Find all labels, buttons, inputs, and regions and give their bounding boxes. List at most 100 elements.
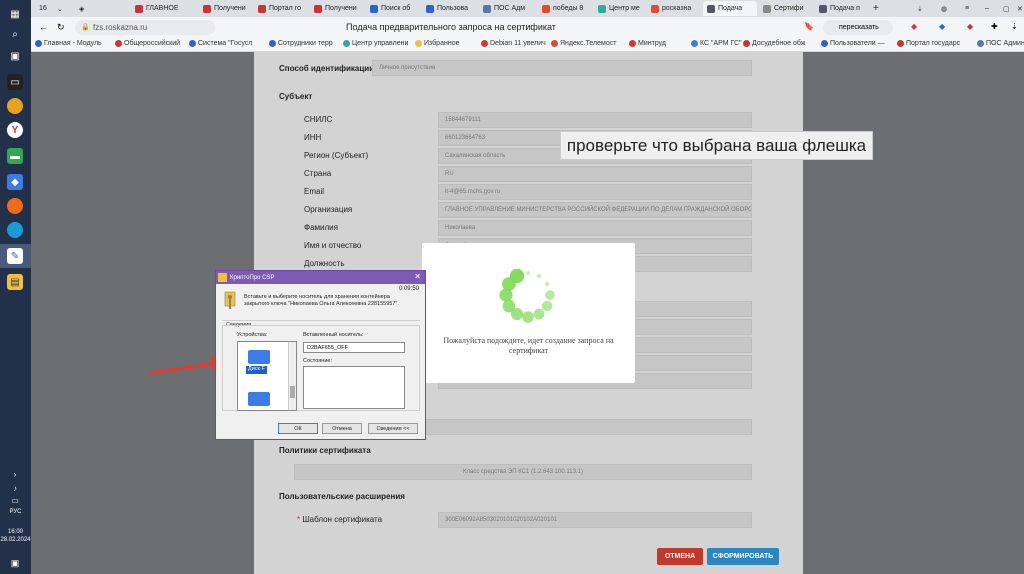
messenger-app-icon[interactable]: ▬: [7, 148, 23, 164]
drive-icon-2[interactable]: [248, 392, 270, 406]
bookmark-item[interactable]: Главная - Модуль: [35, 40, 102, 47]
tab-item[interactable]: ПОС Адм: [479, 1, 536, 16]
close-window-icon[interactable]: ✕: [1013, 1, 1023, 16]
bookmark-item[interactable]: Система "Госусл: [189, 40, 252, 47]
bookmark-item[interactable]: ПОС Администр: [977, 40, 1024, 47]
tab-item[interactable]: Портал го: [254, 1, 308, 16]
bookmark-label: Избранное: [424, 40, 460, 47]
tab-favicon-icon: [763, 4, 771, 13]
windows-start-icon[interactable]: ▦: [7, 6, 23, 22]
extension-icon-2[interactable]: ◆: [939, 22, 945, 31]
bookmark-label: Debian 11 увелич: [490, 40, 546, 47]
bookmark-item[interactable]: Досудебное обж: [743, 40, 806, 47]
cryptopro-taskbar-icon[interactable]: ✎: [7, 248, 23, 264]
bookmark-icon[interactable]: 🔖: [804, 22, 814, 31]
bookmark-label: КС "АРМ ГС": [700, 40, 742, 47]
shield-icon[interactable]: ◈: [75, 1, 87, 16]
tab-favicon-icon: [651, 4, 659, 13]
bookmark-item[interactable]: Сотрудники терр: [269, 40, 333, 47]
inserted-value[interactable]: D2BAF655_OFF: [303, 342, 405, 353]
certificate-app-icon[interactable]: ▤: [7, 274, 23, 290]
ok-button[interactable]: ОК: [278, 423, 318, 434]
tab-item[interactable]: Поиск об: [366, 1, 420, 16]
tab-item[interactable]: Подача п: [815, 1, 865, 16]
bookmark-label: Сотрудники терр: [278, 40, 333, 47]
edge-app-icon[interactable]: [7, 222, 23, 238]
policies-value: Класс средства ЭП КС1 (1.2.643.100.113.1…: [294, 464, 752, 480]
terminal-app-icon[interactable]: ▭: [7, 74, 23, 90]
network-icon[interactable]: ▭: [7, 492, 23, 508]
devices-scrollbar[interactable]: [288, 342, 296, 410]
clock-time[interactable]: 16:00: [0, 529, 31, 535]
reload-icon[interactable]: ↻: [57, 22, 65, 33]
devices-list[interactable]: Диск F: [237, 341, 297, 411]
tab-item[interactable]: победы 8: [538, 1, 592, 16]
loading-modal: Пожалуйста подождите, идет создание запр…: [422, 243, 635, 383]
tab-item[interactable]: Центр ме: [594, 1, 645, 16]
download-icon[interactable]: ⇣: [913, 1, 925, 16]
extensions-puzzle-icon[interactable]: ✚: [991, 22, 998, 31]
extension-icon[interactable]: ◆: [911, 22, 917, 31]
account-icon[interactable]: ◍: [937, 1, 949, 16]
search-icon[interactable]: ⌕: [7, 26, 23, 42]
url-field[interactable]: 🔒 fzs.roskazna.ru: [75, 20, 215, 35]
new-tab-button[interactable]: +: [869, 1, 881, 16]
hint-banner: проверьте что выбрана ваша флешка: [560, 131, 873, 160]
dialog-titlebar[interactable]: КриптоПро CSP ✕: [216, 271, 425, 284]
bookmark-item[interactable]: Избранное: [415, 40, 459, 47]
download-arrow-icon[interactable]: ⇣: [1011, 22, 1018, 31]
task-view-icon[interactable]: ▣: [7, 48, 23, 64]
notifications-icon[interactable]: ▣: [7, 555, 23, 571]
device-selected[interactable]: Диск F: [246, 366, 267, 374]
bookmark-item[interactable]: Пользователи —: [821, 40, 885, 47]
extension-icon-3[interactable]: ◆: [967, 22, 973, 31]
bookmark-item[interactable]: Debian 11 увелич: [481, 40, 546, 47]
cancel-button[interactable]: ОТМЕНА: [657, 548, 703, 565]
tab-counter[interactable]: 16: [35, 1, 51, 16]
tab-item[interactable]: росказна: [647, 1, 701, 16]
yandex-browser-icon[interactable]: Y: [7, 122, 23, 138]
field-label: ИНН: [304, 133, 322, 142]
bookmark-label: Досудебное обж: [752, 40, 806, 47]
taskbar: ▦ ⌕ ▣ ▭ Y ▬ ◆ ✎ ▤ › ♪ ▭ РУС 16:00 28.02.…: [0, 0, 31, 574]
chrome-app-icon[interactable]: [7, 98, 23, 114]
tab-favicon-icon: [483, 4, 491, 13]
maximize-icon[interactable]: ▢: [999, 1, 1011, 16]
bookmark-favicon-icon: [691, 40, 698, 47]
bookmark-item[interactable]: Минтруд: [629, 40, 666, 47]
tab-item[interactable]: ГЛАВНОЕ: [131, 1, 191, 16]
bookmark-item[interactable]: Портал государс: [897, 40, 960, 47]
url-text: fzs.roskazna.ru: [93, 23, 148, 32]
subject-header: Субъект: [279, 92, 313, 101]
menu-icon[interactable]: ≡: [961, 1, 973, 16]
minimize-icon[interactable]: –: [981, 1, 993, 16]
usb-drive-icon[interactable]: [248, 350, 270, 364]
bookmark-favicon-icon: [977, 40, 984, 47]
bookmark-favicon-icon: [629, 40, 636, 47]
tab-item[interactable]: Получени: [199, 1, 253, 16]
bookmark-item[interactable]: Центр управлени: [343, 40, 408, 47]
tab-item[interactable]: Подача: [703, 1, 757, 16]
tabs-dropdown-icon[interactable]: ⌄: [53, 1, 65, 16]
dialog-cancel-button[interactable]: Отмена: [322, 423, 362, 434]
bookmark-item[interactable]: КС "АРМ ГС": [691, 40, 742, 47]
firefox-app-icon[interactable]: [7, 198, 23, 214]
submit-button[interactable]: СФОРМИРОВАТЬ: [707, 548, 779, 565]
tab-favicon-icon: [258, 4, 266, 13]
bookmark-label: Общероссийский: [124, 40, 181, 47]
details-button[interactable]: Сведения <<: [368, 423, 418, 434]
close-icon[interactable]: ✕: [414, 272, 421, 281]
clock-date[interactable]: 28.02.2024: [0, 537, 31, 543]
bookmark-item[interactable]: Общероссийский: [115, 40, 180, 47]
bookmark-item[interactable]: Яндекс.Телемост: [551, 40, 616, 47]
devices-label: Устройства:: [237, 332, 268, 338]
translate-button[interactable]: пересказать: [823, 20, 893, 35]
scrollbar-thumb[interactable]: [290, 386, 295, 398]
language-indicator[interactable]: РУС: [0, 509, 31, 515]
tab-item[interactable]: Сертифи: [759, 1, 813, 16]
back-icon[interactable]: ←: [39, 22, 48, 32]
tab-item[interactable]: Получени: [310, 1, 364, 16]
store-app-icon[interactable]: ◆: [7, 174, 23, 190]
template-value: 300E06092A8503020101020102A020101: [438, 512, 752, 528]
tab-item[interactable]: Пользова: [422, 1, 476, 16]
